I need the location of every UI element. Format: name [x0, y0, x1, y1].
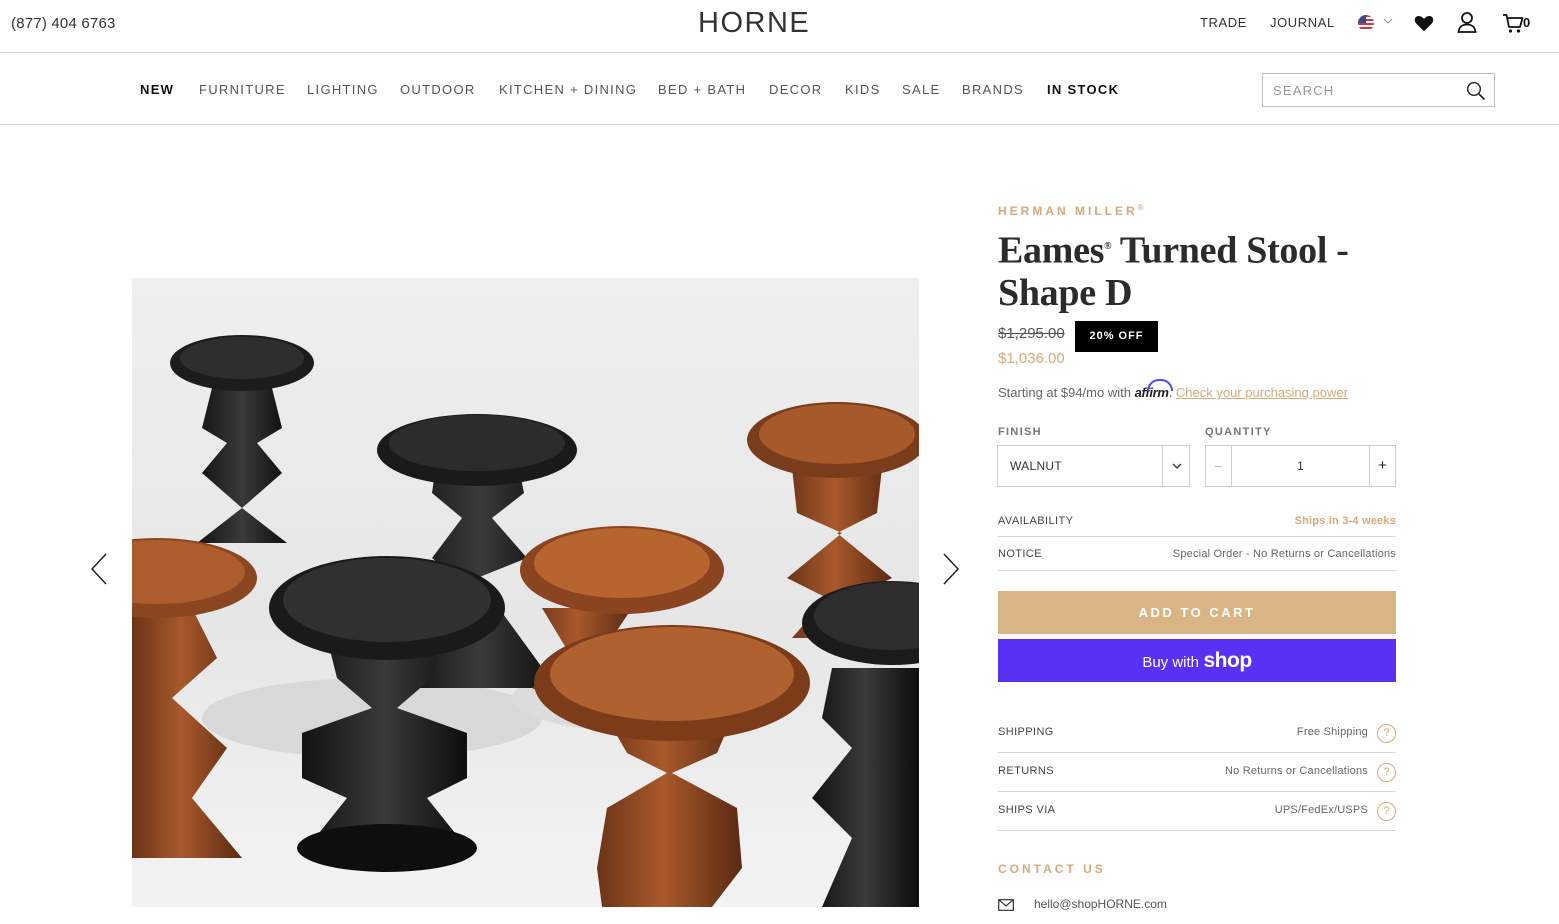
ships-via-row: SHIPS VIA UPS/FedEx/USPS ? — [998, 792, 1396, 831]
shipping-value: Free Shipping — [1296, 726, 1368, 738]
discount-badge: 20% OFF — [1075, 321, 1158, 352]
shipping-row: SHIPPING Free Shipping ? — [998, 713, 1396, 753]
affirm-check-link[interactable]: Check your purchasing power — [1176, 385, 1348, 400]
buy-with-shop-button[interactable]: Buy with shop — [998, 639, 1396, 682]
ships-via-label: SHIPS VIA — [998, 804, 1056, 816]
ships-via-value: UPS/FedEx/USPS — [1274, 804, 1368, 816]
affirm-logo: affirm — [1134, 385, 1169, 400]
contact-heading: CONTACT US — [998, 862, 1106, 876]
availability-label: AVAILABILITY — [998, 515, 1074, 527]
brand-name[interactable]: HERMAN MILLER® — [998, 203, 1147, 218]
nav-outdoor[interactable]: OUTDOOR — [400, 82, 476, 97]
nav-furniture[interactable]: FURNITURE — [199, 82, 286, 97]
chevron-down-icon[interactable] — [1381, 14, 1395, 28]
nav-in-stock[interactable]: IN STOCK — [1047, 82, 1119, 97]
quantity-input[interactable]: 1 — [1232, 446, 1369, 486]
quantity-increase-button[interactable]: + — [1369, 446, 1395, 486]
nav-lighting[interactable]: LIGHTING — [307, 82, 379, 97]
product-title: Eames® Turned Stool - Shape D — [998, 229, 1349, 314]
availability-value: Ships in 3-4 weeks — [1294, 515, 1396, 527]
finish-value: WALNUT — [1010, 459, 1063, 473]
search-input[interactable] — [1273, 80, 1458, 100]
nav-new[interactable]: NEW — [140, 82, 174, 97]
user-icon[interactable] — [1457, 11, 1477, 33]
returns-value: No Returns or Cancellations — [1225, 765, 1368, 777]
mail-icon — [998, 899, 1014, 911]
journal-link[interactable]: JOURNAL — [1270, 15, 1335, 30]
availability-row: AVAILABILITY Ships in 3-4 weeks — [998, 503, 1396, 537]
cart-icon[interactable] — [1502, 12, 1524, 34]
finish-label: FINISH — [998, 426, 1042, 438]
shipping-label: SHIPPING — [998, 726, 1054, 738]
affirm-financing: Starting at $94/mo with affirm. Check yo… — [998, 385, 1348, 400]
search-icon[interactable] — [1466, 81, 1486, 101]
ships-via-help-icon[interactable]: ? — [1377, 802, 1396, 821]
notice-label: NOTICE — [998, 548, 1042, 560]
trade-link[interactable]: TRADE — [1200, 15, 1247, 30]
main-nav: NEW FURNITURE LIGHTING OUTDOOR KITCHEN +… — [0, 53, 1559, 125]
original-price: $1,295.00 — [998, 325, 1065, 342]
cart-count[interactable]: 0 — [1523, 15, 1530, 30]
nav-kitchen-dining[interactable]: KITCHEN + DINING — [499, 82, 637, 97]
nav-bed-bath[interactable]: BED + BATH — [658, 82, 746, 97]
nav-kids[interactable]: KIDS — [845, 82, 881, 97]
sale-price: $1,036.00 — [998, 350, 1065, 367]
finish-select[interactable]: WALNUT — [997, 445, 1190, 487]
us-flag-icon[interactable] — [1358, 15, 1374, 31]
chevron-left-icon[interactable] — [89, 552, 109, 586]
quantity-label: QUANTITY — [1205, 426, 1272, 438]
logo[interactable]: HORNE — [698, 7, 810, 40]
heart-icon[interactable] — [1413, 12, 1435, 34]
quantity-stepper: − 1 + — [1205, 445, 1396, 487]
phone-number[interactable]: (877) 404 6763 — [11, 15, 116, 32]
chevron-down-icon — [1172, 463, 1182, 469]
notice-value: Special Order - No Returns or Cancellati… — [1172, 548, 1396, 560]
shipping-help-icon[interactable]: ? — [1377, 724, 1396, 743]
notice-row: NOTICE Special Order - No Returns or Can… — [998, 537, 1396, 571]
nav-sale[interactable]: SALE — [902, 82, 940, 97]
contact-email-link[interactable]: hello@shopHORNE.com — [1034, 897, 1167, 911]
returns-help-icon[interactable]: ? — [1377, 763, 1396, 782]
stools-photo — [132, 335, 919, 907]
quantity-decrease-button[interactable]: − — [1206, 446, 1232, 486]
add-to-cart-button[interactable]: ADD TO CART — [998, 591, 1396, 634]
top-bar: (877) 404 6763 HORNE TRADE JOURNAL 0 — [0, 0, 1559, 53]
chevron-right-icon[interactable] — [941, 552, 961, 586]
returns-row: RETURNS No Returns or Cancellations ? — [998, 753, 1396, 792]
search-box — [1262, 73, 1495, 107]
nav-brands[interactable]: BRANDS — [962, 82, 1024, 97]
nav-decor[interactable]: DECOR — [769, 82, 822, 97]
product-image[interactable] — [132, 278, 919, 907]
returns-label: RETURNS — [998, 765, 1054, 777]
